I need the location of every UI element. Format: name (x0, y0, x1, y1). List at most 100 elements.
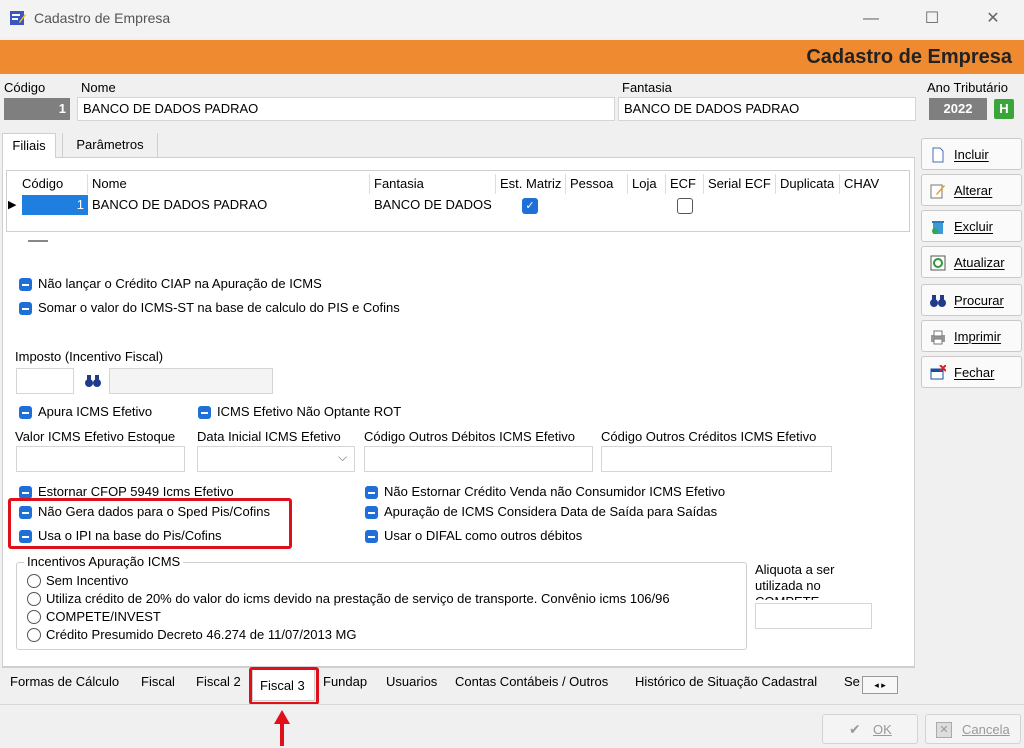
imposto-field[interactable] (16, 368, 74, 394)
fantasia-field[interactable]: BANCO DE DADOS PADRAO (618, 97, 916, 121)
efetivo-rot-checkbox[interactable] (198, 406, 211, 419)
tab-parametros[interactable]: Parâmetros (62, 133, 158, 157)
atualizar-button[interactable]: Atualizar (921, 246, 1022, 278)
estornar-cfop-label: Estornar CFOP 5949 Icms Efetivo (38, 484, 234, 499)
radio-label-compete-invest: COMPETE/INVEST (46, 609, 161, 624)
tab-contas-contabeis[interactable]: Contas Contábeis / Outros (455, 668, 608, 698)
apuracao-saida-checkbox[interactable] (365, 506, 378, 519)
outros-creditos-label: Código Outros Créditos ICMS Efetivo (601, 429, 817, 444)
minimize-button[interactable]: — (856, 8, 886, 30)
codigo-field[interactable]: 1 (4, 98, 70, 120)
radio-sem-incentivo[interactable] (27, 574, 41, 588)
valor-estoque-label: Valor ICMS Efetivo Estoque (15, 429, 176, 444)
incluir-label: Incluir (954, 147, 989, 162)
radio-label-credito-20: Utiliza crédito de 20% do valor do icms … (46, 591, 670, 606)
procurar-label: Procurar (954, 293, 1004, 308)
tab-historico-situacao[interactable]: Histórico de Situação Cadastral (635, 668, 817, 698)
data-inicial-select[interactable] (197, 446, 355, 472)
cancela-label: Cancela (962, 722, 1010, 737)
tab-se[interactable]: Se (844, 668, 862, 698)
grid-cell-nome[interactable]: BANCO DE DADOS PADRAO (92, 195, 370, 215)
ano-tributario-label: Ano Tributário (927, 80, 1008, 95)
grid-header-serial-ecf[interactable]: Serial ECF (704, 174, 776, 194)
outros-debitos-label: Código Outros Débitos ICMS Efetivo (364, 429, 575, 444)
row-pointer-icon: ▶ (8, 199, 17, 211)
ciap-checkbox[interactable] (19, 278, 32, 291)
highlight-box-options (8, 498, 292, 549)
apura-efetivo-checkbox[interactable] (19, 406, 32, 419)
tab-fiscal-2[interactable]: Fiscal 2 (196, 668, 241, 698)
close-button[interactable]: ✕ (978, 8, 1008, 30)
codigo-label: Código (4, 80, 46, 95)
form-title: Cadastro de Empresa (806, 46, 1012, 68)
radio-credito-20[interactable] (27, 592, 41, 606)
nao-estornar-label: Não Estornar Crédito Venda não Consumido… (384, 484, 726, 499)
binoculars-icon[interactable] (84, 374, 102, 388)
red-arrow-icon (274, 710, 290, 746)
imposto-label: Imposto (Incentivo Fiscal) (15, 349, 164, 364)
imposto-description-field (109, 368, 273, 394)
grid-header-duplicata[interactable]: Duplicata (776, 174, 840, 194)
grid-header-chav[interactable]: CHAV (840, 174, 908, 194)
imprimir-label: Imprimir (954, 329, 1001, 344)
grid-separator (28, 240, 48, 242)
incluir-button[interactable]: Incluir (921, 138, 1022, 170)
grid-header-est-matriz[interactable]: Est. Matriz (496, 174, 566, 194)
tab-fiscal[interactable]: Fiscal (141, 668, 175, 698)
valor-estoque-field[interactable] (16, 446, 185, 472)
printer-icon (931, 330, 945, 345)
aliquota-label: Aliquota a ser utilizada no COMPETE (755, 562, 835, 600)
grid-header-ecf[interactable]: ECF (666, 174, 704, 194)
binoculars-icon (930, 295, 946, 307)
tab-filiais[interactable]: Filiais (2, 133, 56, 158)
ok-button[interactable]: ✔ OK (822, 714, 918, 744)
data-inicial-label: Data Inicial ICMS Efetivo (197, 429, 341, 444)
tab-formas-calculo[interactable]: Formas de Cálculo (10, 668, 119, 698)
alterar-button[interactable]: Alterar (921, 174, 1022, 206)
highlight-box-tab (249, 667, 319, 705)
grid-cell-codigo[interactable]: 1 (22, 195, 88, 215)
fechar-button[interactable]: Fechar (921, 356, 1022, 388)
grid-header-pessoa[interactable]: Pessoa (566, 174, 628, 194)
ano-help-button[interactable]: H (994, 99, 1014, 119)
grid-header-nome[interactable]: Nome (88, 174, 370, 194)
grid-header-loja[interactable]: Loja (628, 174, 666, 194)
aliquota-field[interactable] (755, 603, 872, 629)
ecf-checkbox[interactable] (677, 198, 693, 214)
close-window-icon (930, 365, 946, 380)
ano-tributario-field[interactable]: 2022 (929, 98, 987, 120)
refresh-icon (930, 255, 946, 271)
est-matriz-checkbox[interactable]: ✓ (522, 198, 538, 214)
outros-creditos-field[interactable] (601, 446, 832, 472)
grid-cell-fantasia[interactable]: BANCO DE DADOS (374, 195, 496, 215)
icms-st-checkbox[interactable] (19, 302, 32, 315)
nome-field[interactable]: BANCO DE DADOS PADRAO (77, 97, 615, 121)
apuracao-saida-label: Apuração de ICMS Considera Data de Saída… (384, 504, 718, 519)
difal-checkbox[interactable] (365, 530, 378, 543)
grid-header-fantasia[interactable]: Fantasia (370, 174, 496, 194)
new-document-icon (932, 147, 944, 163)
imprimir-button[interactable]: Imprimir (921, 320, 1022, 352)
tab-scroll-arrows[interactable]: ◂ ▸ (862, 676, 898, 694)
ok-label: OK (873, 722, 892, 737)
footer-divider (0, 704, 1024, 705)
atualizar-label: Atualizar (954, 255, 1005, 270)
excluir-button[interactable]: Excluir (921, 210, 1022, 242)
procurar-button[interactable]: Procurar (921, 284, 1022, 316)
radio-label-sem-incentivo: Sem Incentivo (46, 573, 129, 588)
check-icon: ✔ (849, 721, 861, 737)
radio-compete-invest[interactable] (27, 610, 41, 624)
nao-estornar-checkbox[interactable] (365, 486, 378, 499)
tab-fundap[interactable]: Fundap (323, 668, 367, 698)
trash-icon (932, 221, 944, 234)
app-icon (10, 11, 26, 25)
maximize-button[interactable]: ☐ (917, 8, 947, 30)
chevron-down-icon[interactable]: ⌵ (338, 450, 347, 465)
nome-label: Nome (81, 80, 116, 95)
grid-header-codigo[interactable]: Código (18, 174, 88, 194)
outros-debitos-field[interactable] (364, 446, 593, 472)
cancela-button[interactable]: ✕ Cancela (925, 714, 1021, 744)
radio-credito-presumido[interactable] (27, 628, 41, 642)
tab-usuarios[interactable]: Usuarios (386, 668, 437, 698)
cancel-icon: ✕ (936, 722, 952, 738)
